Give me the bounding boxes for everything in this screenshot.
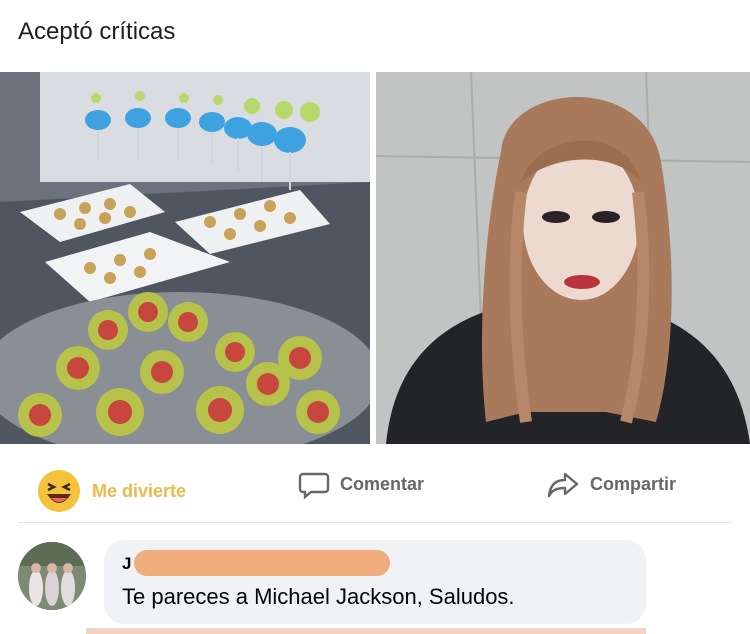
group-photo-avatar <box>18 542 86 610</box>
laughing-emoji-icon <box>38 470 80 512</box>
name-redaction <box>134 550 390 576</box>
portrait-image <box>376 72 750 444</box>
share-label: Compartir <box>590 473 677 494</box>
post-actions-bar: Me divierte Comentar Compartir <box>0 456 750 516</box>
comment-bubble: J Te pareces a Michael Jackson, Saludos. <box>104 540 646 624</box>
share-arrow-icon <box>547 472 579 498</box>
comment-text: Te pareces a Michael Jackson, Saludos. <box>122 584 515 609</box>
comment-author[interactable]: J <box>122 554 131 574</box>
react-button[interactable]: Me divierte <box>36 468 186 514</box>
comment-button[interactable]: Comentar <box>298 468 424 500</box>
actions-divider <box>18 522 732 523</box>
food-image <box>0 72 370 444</box>
comment-label: Comentar <box>340 473 425 494</box>
commenter-avatar[interactable] <box>18 542 86 610</box>
speech-bubble-icon <box>298 472 330 500</box>
share-button[interactable]: Compartir <box>546 468 676 500</box>
bottom-redaction-strip <box>86 628 646 634</box>
post-text: Aceptó críticas <box>18 18 176 45</box>
post-photo-portrait[interactable] <box>376 72 750 444</box>
post-photo-food[interactable] <box>0 72 370 444</box>
react-label: Me divierte <box>92 480 187 501</box>
